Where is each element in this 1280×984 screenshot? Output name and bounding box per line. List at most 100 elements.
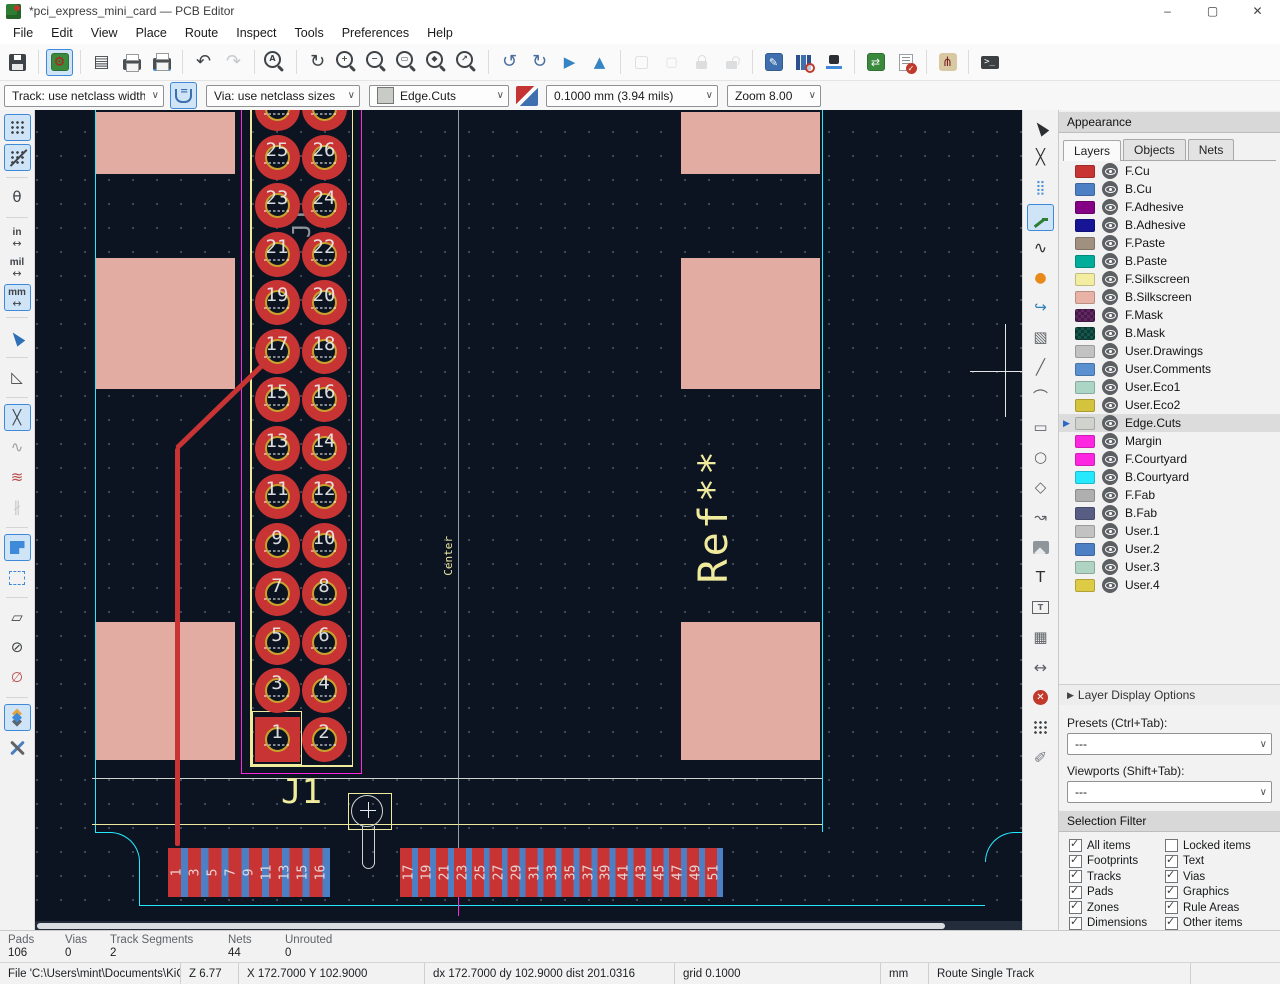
place-image-tool[interactable] <box>1027 534 1054 561</box>
tab-layers[interactable]: Layers <box>1063 140 1121 161</box>
dimension-tool[interactable]: ↔ <box>1027 654 1054 681</box>
layer-row-margin[interactable]: Margin <box>1059 432 1280 450</box>
delete-tool[interactable]: ✕ <box>1027 684 1054 711</box>
filter-graphics[interactable]: Graphics <box>1165 885 1276 901</box>
visibility-eye-icon[interactable] <box>1102 289 1118 305</box>
through-hole-pad-13[interactable]: 13 <box>255 426 300 471</box>
layer-display-options[interactable]: Layer Display Options <box>1059 684 1280 705</box>
place-text-tool[interactable]: T <box>1027 564 1054 591</box>
menu-preferences[interactable]: Preferences <box>333 23 418 43</box>
edge-finger-47[interactable]: 47 <box>669 848 687 897</box>
undo-button[interactable]: ↶ <box>190 49 217 76</box>
checkbox-icon[interactable] <box>1069 839 1082 852</box>
through-hole-pad-15[interactable]: 15 <box>255 377 300 422</box>
refresh-button[interactable]: ↻ <box>304 49 331 76</box>
save-button[interactable] <box>4 49 31 76</box>
viewports-select[interactable]: --- <box>1067 781 1272 803</box>
edge-finger-16[interactable]: 16 <box>312 848 330 897</box>
dim-inactive-layers-toggle[interactable]: ∦ <box>4 494 31 521</box>
edge-finger-block-left[interactable]: 1357911131516 <box>168 848 330 897</box>
edge-finger-17[interactable]: 17 <box>400 848 418 897</box>
through-hole-pad-7[interactable]: 7 <box>255 571 300 616</box>
visibility-eye-icon[interactable] <box>1102 379 1118 395</box>
checkbox-icon[interactable] <box>1165 917 1178 930</box>
layer-color-swatch[interactable] <box>1075 291 1095 304</box>
edge-finger-27[interactable]: 27 <box>490 848 508 897</box>
edge-finger-29[interactable]: 29 <box>508 848 526 897</box>
horizontal-scrollbar[interactable] <box>35 921 1022 930</box>
ratsnest-visibility-toggle[interactable]: ╳ <box>4 404 31 431</box>
layer-row-b.fab[interactable]: B.Fab <box>1059 504 1280 522</box>
board-setup-button[interactable]: ⚙ <box>46 49 73 76</box>
edge-finger-33[interactable]: 33 <box>544 848 562 897</box>
draw-rectangle-tool[interactable]: ▭ <box>1027 414 1054 441</box>
edge-finger-45[interactable]: 45 <box>651 848 669 897</box>
checkbox-icon[interactable] <box>1165 855 1178 868</box>
edge-finger-19[interactable]: 19 <box>418 848 436 897</box>
scripting-console-button[interactable]: >_ <box>976 49 1003 76</box>
select-tool[interactable] <box>1027 114 1054 141</box>
zoom-selection-button[interactable]: ↗ <box>454 49 481 76</box>
visibility-eye-icon[interactable] <box>1102 271 1118 287</box>
layer-color-swatch[interactable] <box>1075 417 1095 430</box>
properties-panel-toggle[interactable] <box>4 734 31 761</box>
checkbox-icon[interactable] <box>1069 886 1082 899</box>
visibility-eye-icon[interactable] <box>1102 523 1118 539</box>
visibility-eye-icon[interactable] <box>1102 397 1118 413</box>
layer-row-f.courtyard[interactable]: F.Courtyard <box>1059 450 1280 468</box>
layer-row-f.mask[interactable]: F.Mask <box>1059 306 1280 324</box>
ungroup-button[interactable]: ▢ <box>658 49 685 76</box>
visibility-eye-icon[interactable] <box>1102 181 1118 197</box>
layer-color-swatch[interactable] <box>1075 561 1095 574</box>
through-hole-pad-1[interactable]: 1 <box>255 717 300 762</box>
router-settings-button[interactable]: ⋔ <box>934 49 961 76</box>
draw-polygon-tool[interactable]: ◇ <box>1027 474 1054 501</box>
3d-viewer-button[interactable] <box>820 49 847 76</box>
rotate-ccw-button[interactable]: ↺ <box>496 49 523 76</box>
zoom-out-button[interactable]: − <box>364 49 391 76</box>
edge-finger-5[interactable]: 5 <box>204 848 222 897</box>
via-size-select[interactable]: Via: use netclass sizes <box>206 85 360 107</box>
menu-tools[interactable]: Tools <box>286 23 333 43</box>
layer-row-f.silkscreen[interactable]: F.Silkscreen <box>1059 270 1280 288</box>
zone-outline-mode-toggle[interactable] <box>4 564 31 591</box>
place-via-tool[interactable]: ● <box>1027 264 1054 291</box>
visibility-eye-icon[interactable] <box>1102 577 1118 593</box>
active-layer-select[interactable]: Edge.Cuts <box>369 85 509 107</box>
through-hole-pad-26[interactable]: 26 <box>302 135 347 180</box>
tab-objects[interactable]: Objects <box>1123 139 1186 160</box>
edge-finger-15[interactable]: 15 <box>294 848 312 897</box>
zoom-in-button[interactable]: + <box>334 49 361 76</box>
menu-view[interactable]: View <box>82 23 127 43</box>
edge-finger-block-right[interactable]: 171921232527293133353739414345474951 <box>400 848 723 897</box>
layer-row-user.2[interactable]: User.2 <box>1059 540 1280 558</box>
checkbox-icon[interactable] <box>1069 855 1082 868</box>
unlock-button[interactable] <box>718 49 745 76</box>
menu-inspect[interactable]: Inspect <box>227 23 285 43</box>
layer-color-swatch[interactable] <box>1075 381 1095 394</box>
through-hole-pad-18[interactable]: 18 <box>302 329 347 374</box>
layer-color-swatch[interactable] <box>1075 327 1095 340</box>
filter-rule-areas[interactable]: Rule Areas <box>1165 900 1276 916</box>
polar-coordinates-toggle[interactable]: θ <box>4 184 31 211</box>
grid-origin-tool[interactable] <box>1027 714 1054 741</box>
through-hole-pad-3[interactable]: 3 <box>255 668 300 713</box>
edge-finger-21[interactable]: 21 <box>436 848 454 897</box>
layer-row-b.courtyard[interactable]: B.Courtyard <box>1059 468 1280 486</box>
menu-file[interactable]: File <box>4 23 42 43</box>
through-hole-pad-8[interactable]: 8 <box>302 571 347 616</box>
menu-help[interactable]: Help <box>418 23 462 43</box>
layer-color-swatch[interactable] <box>1075 489 1095 502</box>
visibility-eye-icon[interactable] <box>1102 163 1118 179</box>
layer-row-b.paste[interactable]: B.Paste <box>1059 252 1280 270</box>
menu-place[interactable]: Place <box>127 23 176 43</box>
edge-finger-43[interactable]: 43 <box>633 848 651 897</box>
through-hole-pad-11[interactable]: 11 <box>255 474 300 519</box>
footprint-browser-button[interactable] <box>790 49 817 76</box>
layer-row-user.3[interactable]: User.3 <box>1059 558 1280 576</box>
through-hole-pad-27[interactable]: 27 <box>255 110 300 131</box>
auto-track-width-toggle[interactable] <box>170 82 197 109</box>
through-hole-pad-14[interactable]: 14 <box>302 426 347 471</box>
zoom-fit-page-button[interactable]: ▭ <box>394 49 421 76</box>
copper-zone[interactable] <box>95 112 235 174</box>
